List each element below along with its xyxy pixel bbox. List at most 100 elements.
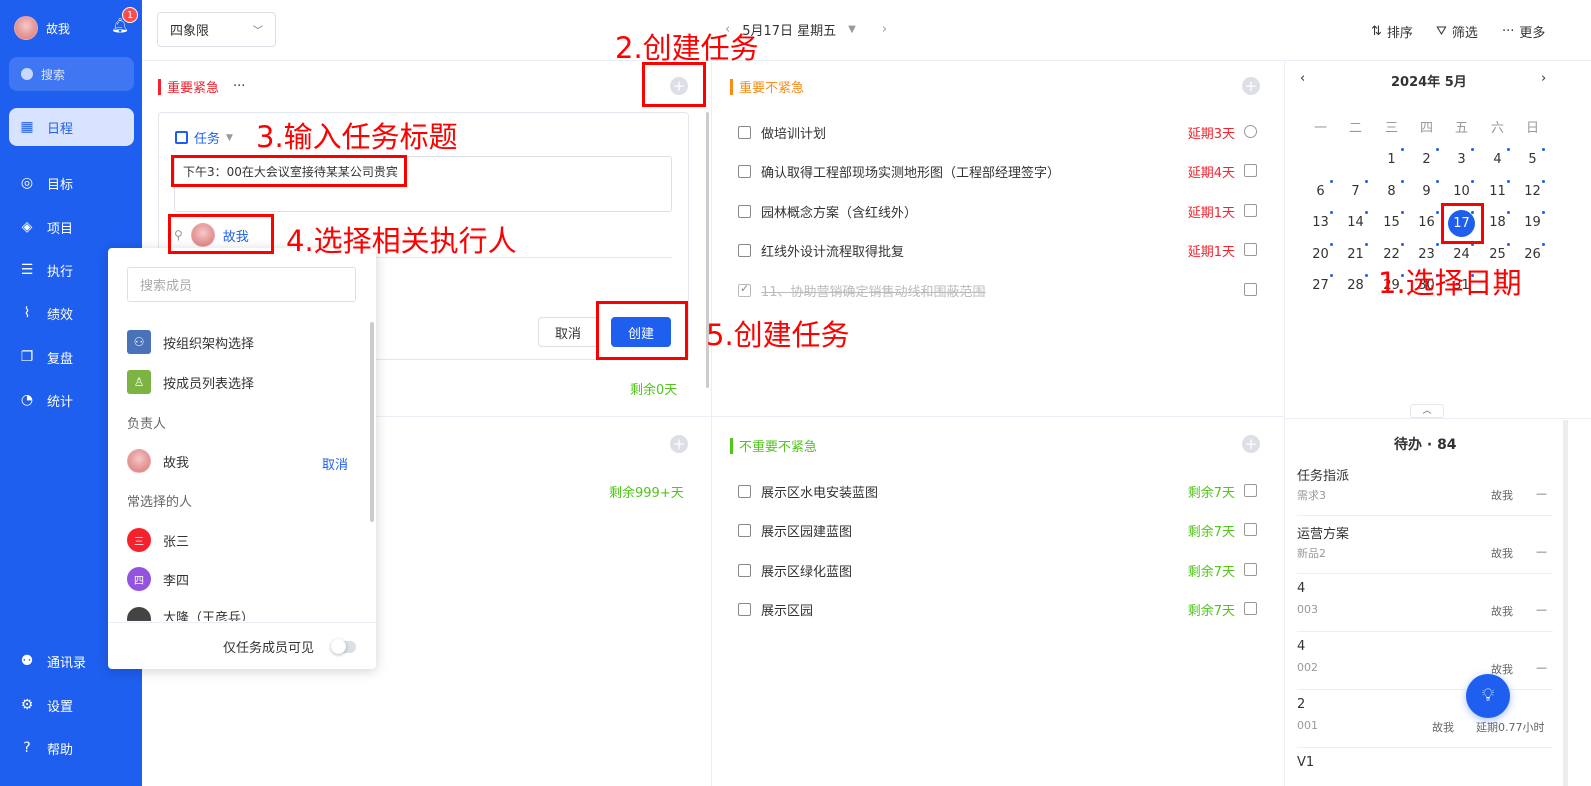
select-by-org-option[interactable]: ⚇ 按组织架构选择: [127, 330, 254, 354]
member-option-zhangsan[interactable]: 三 张三: [127, 528, 189, 552]
sort-button[interactable]: ⇅ 排序: [1371, 22, 1413, 41]
owner-cancel-link[interactable]: 取消: [322, 454, 348, 473]
calendar-day[interactable]: 15: [1374, 215, 1409, 230]
calendar-day[interactable]: 2: [1409, 152, 1444, 167]
task-row[interactable]: 展示区园: [738, 600, 813, 619]
calendar-day[interactable]: 11: [1480, 184, 1515, 199]
task-row[interactable]: 展示区水电安装蓝图: [738, 482, 878, 501]
task-checkbox[interactable]: [738, 485, 751, 498]
cancel-button[interactable]: 取消: [538, 317, 598, 347]
task-checkbox[interactable]: [738, 205, 751, 218]
todo-scrollbar[interactable]: [1563, 420, 1568, 786]
calendar-day[interactable]: 1: [1374, 152, 1409, 167]
sidebar-item-help[interactable]: ? 帮助: [9, 729, 134, 767]
task-checkbox[interactable]: [738, 244, 751, 257]
calendar-day[interactable]: 13: [1303, 215, 1338, 230]
kanban-icon[interactable]: [1244, 602, 1257, 615]
sidebar-item-label: 通讯录: [47, 655, 87, 671]
calendar-day[interactable]: 21: [1338, 247, 1373, 262]
calendar-day[interactable]: 16: [1409, 215, 1444, 230]
todo-item-title[interactable]: 2: [1297, 697, 1305, 712]
filter-button[interactable]: ⛛ 筛选: [1436, 22, 1478, 41]
kanban-icon[interactable]: [1244, 484, 1257, 497]
calendar-day[interactable]: 19: [1515, 215, 1550, 230]
kanban-icon[interactable]: [1244, 563, 1257, 576]
member-search-input[interactable]: 搜索成员: [127, 267, 356, 302]
task-checkbox[interactable]: [738, 165, 751, 178]
user-profile[interactable]: 故我: [14, 16, 70, 40]
task-checkbox[interactable]: [738, 603, 751, 616]
todo-item-title[interactable]: 运营方案: [1297, 523, 1349, 542]
calendar-day[interactable]: 9: [1409, 184, 1444, 199]
caret-down-icon: ▼: [226, 132, 233, 143]
task-type-select[interactable]: 任务 ▼: [175, 128, 233, 147]
calendar-day[interactable]: 27: [1303, 278, 1338, 293]
kanban-icon[interactable]: [1244, 164, 1257, 177]
sidebar-search[interactable]: 搜索: [9, 57, 134, 91]
task-dot: [1330, 243, 1333, 246]
task-row[interactable]: 红线外设计流程取得批复: [738, 241, 904, 260]
calendar-day[interactable]: 18: [1480, 215, 1515, 230]
member-name: 大隆（王彦兵）: [163, 611, 255, 621]
kanban-icon[interactable]: [1244, 204, 1257, 217]
add-task-icon-q2[interactable]: +: [1242, 77, 1260, 95]
calendar-day[interactable]: 7: [1338, 184, 1373, 199]
next-day-icon[interactable]: ›: [882, 22, 887, 37]
calendar-day[interactable]: 12: [1515, 184, 1550, 199]
member-option-lisi[interactable]: 四 李四: [127, 567, 189, 591]
task-row[interactable]: 园林概念方案（含红线外）: [738, 202, 917, 221]
task-checkbox[interactable]: [738, 564, 751, 577]
task-row[interactable]: 展示区绿化蓝图: [738, 561, 852, 580]
todo-item-project: 003: [1297, 603, 1318, 616]
kanban-icon[interactable]: [1244, 523, 1257, 536]
calendar-day[interactable]: 3: [1444, 152, 1479, 167]
next-month-icon[interactable]: ›: [1541, 71, 1546, 86]
member-option-dalong[interactable]: 大隆（王彦兵）: [127, 607, 254, 621]
sidebar-item-label: 目标: [47, 177, 74, 193]
collapse-calendar-button[interactable]: ︿: [1410, 404, 1444, 418]
task-row[interactable]: 做培训计划: [738, 123, 826, 142]
kanban-icon[interactable]: [1244, 283, 1257, 296]
task-row[interactable]: 确认取得工程部现场实测地形图（工程部经理签字）: [738, 162, 1060, 181]
calendar-day[interactable]: 6: [1303, 184, 1338, 199]
visibility-toggle[interactable]: [331, 639, 356, 654]
calendar-day[interactable]: 20: [1303, 247, 1338, 262]
calendar-day[interactable]: 4: [1480, 152, 1515, 167]
sidebar-item-projects[interactable]: ◈ 项目: [9, 208, 134, 246]
view-select[interactable]: 四象限 ﹀: [157, 12, 276, 47]
sidebar-item-settings[interactable]: ⚙ 设置: [9, 686, 134, 724]
task-status: 剩余7天: [1187, 525, 1235, 540]
sidebar-item-schedule[interactable]: ▦ 日程: [9, 108, 134, 146]
task-checkbox[interactable]: [738, 524, 751, 537]
task-checkbox[interactable]: [738, 282, 751, 297]
refresh-icon[interactable]: [1244, 125, 1257, 138]
more-button[interactable]: ··· 更多: [1502, 22, 1545, 41]
todo-item-title[interactable]: 4: [1297, 639, 1305, 654]
annotation-box-title: [171, 155, 407, 187]
member-avatar: 三: [127, 528, 151, 552]
filter-label: 筛选: [1451, 26, 1478, 41]
kanban-icon[interactable]: [1244, 243, 1257, 256]
add-task-icon-q3[interactable]: +: [670, 435, 688, 453]
chart-icon: ⌇: [23, 305, 31, 321]
calendar-day[interactable]: 8: [1374, 184, 1409, 199]
caret-down-icon[interactable]: ▼: [848, 24, 856, 35]
calendar-day[interactable]: 10: [1444, 184, 1479, 199]
select-by-list-option[interactable]: ♙ 按成员列表选择: [127, 370, 254, 394]
calendar-day[interactable]: 5: [1515, 152, 1550, 167]
lightbulb-icon[interactable]: 💡︎: [1466, 674, 1510, 718]
quadrant-more-icon[interactable]: ···: [233, 79, 245, 94]
prev-month-icon[interactable]: ‹: [1300, 71, 1305, 86]
task-row[interactable]: 展示区园建蓝图: [738, 521, 852, 540]
todo-item-title[interactable]: V1: [1297, 755, 1314, 770]
popup-scrollbar[interactable]: [370, 322, 374, 522]
todo-item-title[interactable]: 4: [1297, 581, 1305, 596]
add-task-icon-q4[interactable]: +: [1242, 435, 1260, 453]
sidebar-item-goals[interactable]: ◎ 目标: [9, 164, 134, 202]
sidebar-item-label: 设置: [47, 699, 74, 715]
calendar-day[interactable]: 28: [1338, 278, 1373, 293]
task-row[interactable]: 11、协助营销确定销售动线和围蔽范围: [738, 281, 986, 300]
task-checkbox[interactable]: [738, 126, 751, 139]
calendar-day[interactable]: 14: [1338, 215, 1373, 230]
todo-item-title[interactable]: 任务指派: [1297, 465, 1349, 484]
